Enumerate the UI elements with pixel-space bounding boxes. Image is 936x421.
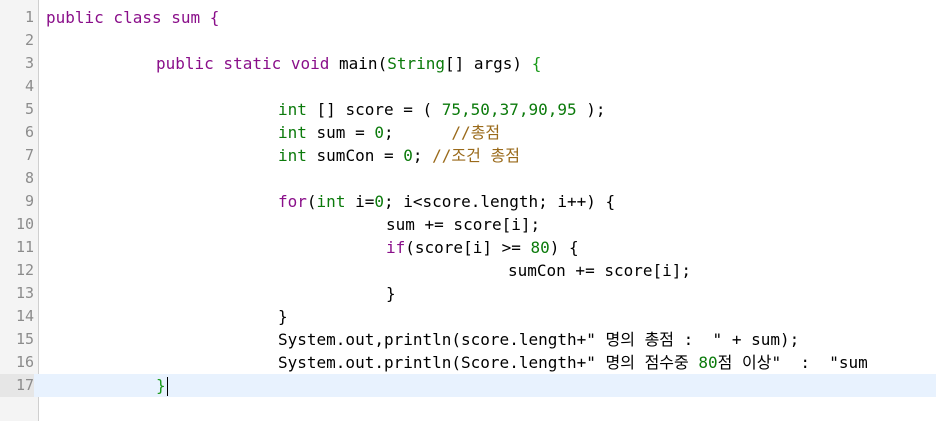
- code-token: }: [278, 307, 288, 326]
- code-editor[interactable]: 1 public class sum { 2 3 public static void …: [0, 0, 936, 421]
- line-number: 1: [24, 8, 34, 26]
- line-number: 5: [24, 100, 34, 118]
- code-line[interactable]: 11 if(score[i] >= 80) {: [0, 236, 936, 259]
- code-line[interactable]: 8: [0, 167, 936, 190]
- code-line[interactable]: 7 int sumCon = 0; //조건 총점: [0, 144, 936, 167]
- code-token: String: [387, 54, 445, 73]
- code-text: int [] score = ( 75,50,37,90,95 );: [278, 98, 606, 121]
- code-token: sumCon += score[i];: [508, 261, 692, 280]
- line-number: 17: [0, 374, 34, 397]
- code-text: }: [156, 374, 168, 397]
- code-token: System.out.println(Score.length+" 명의 점수중: [278, 353, 699, 372]
- code-token: public class sum {: [46, 8, 220, 27]
- line-number: 11: [15, 238, 34, 256]
- code-token: ) {: [549, 238, 579, 257]
- code-token: 0: [374, 192, 384, 211]
- code-token: [] score = (: [306, 100, 442, 119]
- code-token: 0: [374, 123, 384, 142]
- code-line[interactable]: 9 for(int i=0; i<score.length; i++) {: [0, 190, 936, 213]
- line-number: 6: [24, 123, 34, 141]
- line-number: 2: [24, 31, 34, 49]
- text-caret: [166, 377, 168, 396]
- line-number: 7: [24, 146, 34, 164]
- code-line[interactable]: 1 public class sum {: [0, 6, 936, 29]
- code-line[interactable]: 2: [0, 29, 936, 52]
- code-token: 80: [698, 353, 718, 372]
- code-line[interactable]: 5 int [] score = ( 75,50,37,90,95 );: [0, 98, 936, 121]
- code-token: //총점: [451, 123, 501, 142]
- line-number: 3: [24, 54, 34, 72]
- code-text: int sumCon = 0; //조건 총점: [278, 144, 520, 167]
- code-token: 80: [530, 238, 550, 257]
- code-token: int: [278, 146, 307, 165]
- code-line[interactable]: 17}: [0, 374, 936, 397]
- code-token: ;: [412, 146, 433, 165]
- code-token: {: [531, 54, 542, 73]
- code-token: );: [576, 100, 606, 119]
- code-text: for(int i=0; i<score.length; i++) {: [278, 190, 615, 213]
- code-line[interactable]: 12 sumCon += score[i];: [0, 259, 936, 282]
- code-line[interactable]: 10 sum += score[i];: [0, 213, 936, 236]
- code-line[interactable]: 15 System.out,println(score.length+" 명의 총…: [0, 328, 936, 351]
- code-token: [] args): [445, 54, 532, 73]
- code-text: }: [278, 305, 288, 328]
- code-token: i=: [345, 192, 375, 211]
- code-token: }: [156, 376, 166, 395]
- code-line[interactable]: 16 System.out.println(Score.length+" 명의 점…: [0, 351, 936, 374]
- line-number: 8: [24, 169, 34, 187]
- line-number: 4: [24, 77, 34, 95]
- code-token: //조건 총점: [432, 146, 520, 165]
- code-line[interactable]: 3 public static void main(String[] args) …: [0, 52, 936, 75]
- line-number: 13: [15, 284, 34, 302]
- line-number: 15: [15, 330, 34, 348]
- code-text: sumCon += score[i];: [508, 259, 691, 282]
- code-text: sum += score[i];: [386, 213, 540, 236]
- code-line[interactable]: 4: [0, 75, 936, 98]
- code-token: sumCon =: [306, 146, 404, 165]
- code-token: int: [278, 100, 307, 119]
- code-token: sum += score[i];: [386, 215, 541, 234]
- code-token: main(: [339, 54, 388, 73]
- code-text: }: [386, 282, 396, 305]
- line-number: 10: [15, 215, 34, 233]
- code-token: public static void: [156, 54, 340, 73]
- line-number: 12: [15, 261, 34, 279]
- code-text: System.out,println(score.length+" 명의 총점 …: [278, 328, 799, 351]
- code-text: System.out.println(Score.length+" 명의 점수중…: [278, 351, 868, 374]
- code-line[interactable]: 6 int sum = 0; //총점: [0, 121, 936, 144]
- code-line[interactable]: 13}: [0, 282, 936, 305]
- code-token: (score[i] >=: [405, 238, 531, 257]
- code-token: ; i<score.length; i++) {: [384, 192, 616, 211]
- code-token: for: [278, 192, 307, 211]
- code-text: public class sum {: [46, 6, 219, 29]
- code-token: ;: [383, 123, 452, 142]
- code-line[interactable]: 14}: [0, 305, 936, 328]
- line-number: 9: [24, 192, 34, 210]
- code-text: public static void main(String[] args) {: [156, 52, 541, 75]
- line-number: 14: [15, 307, 34, 325]
- code-token: 0: [403, 146, 413, 165]
- code-token: if: [386, 238, 406, 257]
- code-token: sum =: [306, 123, 375, 142]
- code-token: }: [386, 284, 396, 303]
- line-number: 16: [15, 353, 34, 371]
- code-token: int: [316, 192, 346, 211]
- code-token: (: [306, 192, 317, 211]
- code-text: if(score[i] >= 80) {: [386, 236, 579, 259]
- code-token: 점 이상" : "sum: [717, 353, 868, 372]
- code-token: System.out,println(score.length+" 명의 총점 …: [278, 330, 800, 349]
- code-text: int sum = 0; //총점: [278, 121, 500, 144]
- code-token: int: [278, 123, 307, 142]
- code-token: 75,50,37,90,95: [441, 100, 577, 119]
